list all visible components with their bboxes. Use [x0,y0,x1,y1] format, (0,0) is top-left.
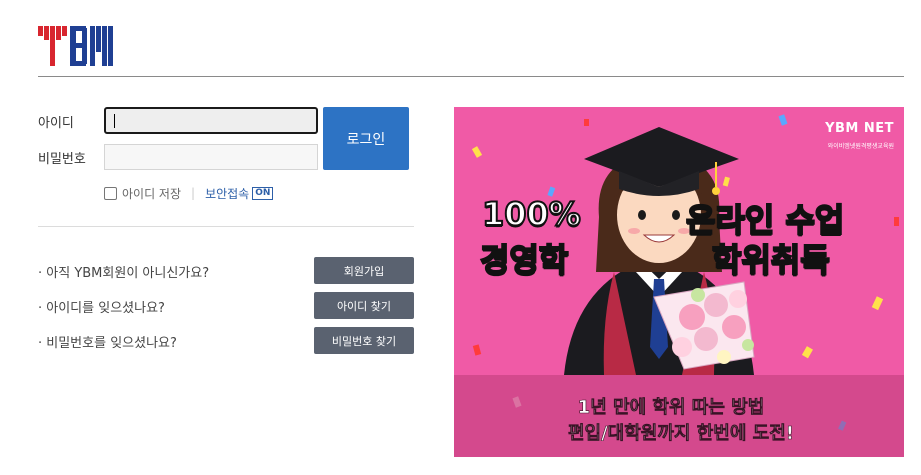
find-password-button[interactable]: 비밀번호 찾기 [314,327,414,354]
secure-on-badge[interactable]: ON [252,186,274,200]
find-id-button[interactable]: 아이디 찾기 [314,292,414,319]
password-label: 비밀번호 [38,152,86,167]
save-id-checkbox[interactable] [104,186,117,200]
text-caret [114,114,115,128]
option-separator: | [191,186,196,200]
banner-headline-1a: 100% [481,194,582,234]
find-password-question: · 비밀번호를 잊으셨나요? [38,336,177,351]
signup-button[interactable]: 회원가입 [314,257,414,284]
find-id-question: · 아이디를 잊으셨나요? [38,301,165,316]
secure-login-link[interactable]: 보안접속 [205,185,249,202]
password-input[interactable] [104,144,318,170]
banner-headline-2a: 경영학 [479,240,569,280]
save-id-label[interactable]: 아이디 저장 [122,185,181,202]
ybm-logo[interactable] [38,24,114,68]
banner-headline-2b: 학위취득 [711,240,831,280]
id-input[interactable] [104,107,318,134]
login-options: 아이디 저장 | 보안접속 ON [104,184,274,202]
banner-strip-line-1: 1년 만에 학위 따는 방법 [577,397,765,419]
promo-banner[interactable]: YBM NET 와이비엠넷원격평생교육원 100% 온라인 수업 경영학 학위취… [454,107,904,457]
header-divider [38,76,904,77]
banner-sub-logo: 와이비엠넷원격평생교육원 [827,143,894,150]
login-button[interactable]: 로그인 [323,107,409,170]
id-label: 아이디 [38,116,74,131]
banner-strip-line-2: 편입/대학원까지 한번에 도전! [567,423,795,445]
section-divider [38,226,414,227]
banner-logo: YBM NET [825,121,894,136]
signup-question: · 아직 YBM회원이 아니신가요? [38,266,210,281]
